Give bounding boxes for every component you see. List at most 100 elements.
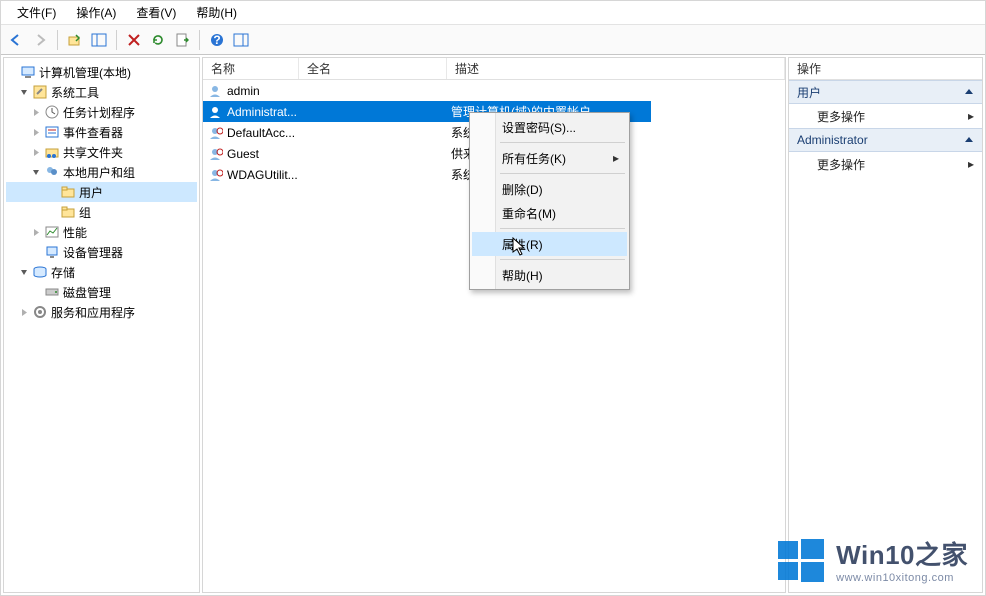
back-button[interactable] [5, 29, 27, 51]
cell-name: admin [227, 84, 260, 98]
watermark: Win10之家 www.win10xitong.com [778, 535, 968, 584]
ctx-set-password[interactable]: 设置密码(S)... [472, 115, 627, 139]
delete-button[interactable] [123, 29, 145, 51]
caret-up-icon [964, 135, 974, 145]
menu-file[interactable]: 文件(F) [7, 1, 66, 24]
tree-local-users-groups[interactable]: 本地用户和组 [6, 162, 197, 182]
ctx-help[interactable]: 帮助(H) [472, 263, 627, 287]
user-icon [207, 104, 223, 120]
column-headers: 名称 全名 描述 [203, 58, 785, 80]
cell-name: DefaultAcc... [227, 126, 295, 140]
expander-closed-icon[interactable] [30, 126, 42, 138]
ctx-delete[interactable]: 删除(D) [472, 177, 627, 201]
computer-management-window: 文件(F) 操作(A) 查看(V) 帮助(H) ? [0, 0, 986, 596]
ctx-label: 帮助(H) [502, 267, 543, 284]
actions-more-administrator[interactable]: 更多操作 ▸ [789, 152, 982, 176]
tree-device-manager[interactable]: 设备管理器 [6, 242, 197, 262]
column-header-fullname[interactable]: 全名 [299, 58, 447, 79]
expander-open-icon[interactable] [30, 166, 42, 178]
tree-label: 性能 [60, 223, 90, 242]
tree-label: 服务和应用程序 [48, 303, 138, 322]
ctx-rename[interactable]: 重命名(M) [472, 201, 627, 225]
tree-storage[interactable]: 存储 [6, 262, 197, 282]
expander-closed-icon[interactable] [30, 226, 42, 238]
ctx-label: 重命名(M) [502, 205, 556, 222]
column-header-description[interactable]: 描述 [447, 58, 785, 79]
actions-section-label: 用户 [797, 84, 821, 101]
tree-event-viewer[interactable]: 事件查看器 [6, 122, 197, 142]
tree-system-tools[interactable]: 系统工具 [6, 82, 197, 102]
folder-icon [60, 204, 76, 220]
menu-view[interactable]: 查看(V) [126, 1, 186, 24]
tree-users[interactable]: 用户 [6, 182, 197, 202]
disk-icon [44, 284, 60, 300]
ctx-separator [500, 173, 625, 174]
performance-icon [44, 224, 60, 240]
actions-link-label: 更多操作 [817, 156, 865, 173]
tree-shared-folders[interactable]: 共享文件夹 [6, 142, 197, 162]
user-disabled-icon [207, 167, 223, 183]
tools-icon [32, 84, 48, 100]
svg-text:?: ? [213, 33, 220, 47]
tree-pane: 计算机管理(本地) 系统工具 任务计划程序 [3, 57, 200, 593]
tree-disk-management[interactable]: 磁盘管理 [6, 282, 197, 302]
tree-label: 设备管理器 [60, 243, 126, 262]
tree-label: 计算机管理(本地) [36, 63, 134, 82]
chevron-right-icon: ▸ [613, 151, 619, 165]
ctx-separator [500, 228, 625, 229]
up-button[interactable] [64, 29, 86, 51]
export-list-button[interactable] [171, 29, 193, 51]
services-icon [32, 304, 48, 320]
help-button[interactable]: ? [206, 29, 228, 51]
tree-groups[interactable]: 组 [6, 202, 197, 222]
tree-performance[interactable]: 性能 [6, 222, 197, 242]
ctx-properties[interactable]: 属性(R) [472, 232, 627, 256]
table-row[interactable]: admin [203, 80, 785, 101]
chevron-right-icon: ▸ [968, 109, 974, 123]
expander-open-icon[interactable] [18, 266, 30, 278]
forward-button[interactable] [29, 29, 51, 51]
chevron-right-icon: ▸ [968, 157, 974, 171]
tree-label: 共享文件夹 [60, 143, 126, 162]
user-disabled-icon [207, 125, 223, 141]
tree: 计算机管理(本地) 系统工具 任务计划程序 [4, 58, 199, 326]
expander-closed-icon[interactable] [18, 306, 30, 318]
toolbar-separator [199, 30, 200, 50]
actions-section-administrator[interactable]: Administrator [789, 128, 982, 152]
actions-section-users[interactable]: 用户 [789, 80, 982, 104]
tree-services-apps[interactable]: 服务和应用程序 [6, 302, 197, 322]
computer-icon [20, 64, 36, 80]
actions-pane: 操作 用户 更多操作 ▸ Administrator 更多操作 ▸ [788, 57, 983, 593]
show-hide-actions-button[interactable] [230, 29, 252, 51]
watermark-title: Win10之家 [836, 535, 968, 572]
ctx-all-tasks[interactable]: 所有任务(K)▸ [472, 146, 627, 170]
expander-closed-icon[interactable] [30, 106, 42, 118]
cell-name: Guest [227, 147, 259, 161]
toolbar-separator [57, 30, 58, 50]
toolbar: ? [1, 25, 985, 55]
toolbar-separator [116, 30, 117, 50]
column-header-name[interactable]: 名称 [203, 58, 299, 79]
tree-label: 任务计划程序 [60, 103, 138, 122]
storage-icon [32, 264, 48, 280]
tree-label: 存储 [48, 263, 78, 282]
menu-action[interactable]: 操作(A) [66, 1, 126, 24]
tree-label: 组 [76, 203, 94, 222]
shared-folder-icon [44, 144, 60, 160]
ctx-separator [500, 259, 625, 260]
ctx-label: 设置密码(S)... [502, 119, 576, 136]
menu-help[interactable]: 帮助(H) [186, 1, 247, 24]
cell-name: WDAGUtilit... [227, 168, 298, 182]
ctx-separator [500, 142, 625, 143]
context-menu: 设置密码(S)... 所有任务(K)▸ 删除(D) 重命名(M) 属性(R) 帮… [469, 112, 630, 290]
expander-closed-icon[interactable] [30, 146, 42, 158]
ctx-label: 属性(R) [502, 236, 543, 253]
tree-label: 本地用户和组 [60, 163, 138, 182]
tree-root-computer-management[interactable]: 计算机管理(本地) [6, 62, 197, 82]
tree-task-scheduler[interactable]: 任务计划程序 [6, 102, 197, 122]
expander-open-icon[interactable] [18, 86, 30, 98]
refresh-button[interactable] [147, 29, 169, 51]
user-icon [207, 83, 223, 99]
show-hide-tree-button[interactable] [88, 29, 110, 51]
actions-more-users[interactable]: 更多操作 ▸ [789, 104, 982, 128]
